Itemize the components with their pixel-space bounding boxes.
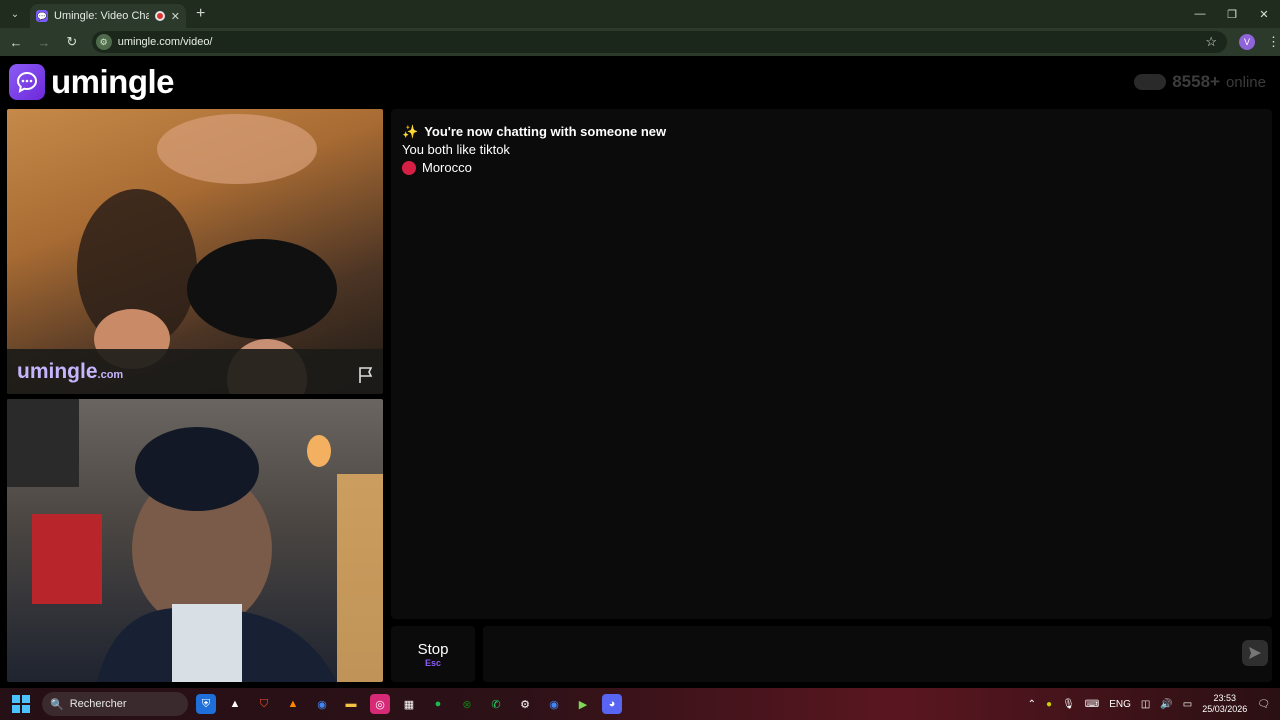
- taskbar-search-label: Rechercher: [69, 698, 127, 710]
- microphone-icon[interactable]: 🎙: [1062, 699, 1075, 710]
- close-window-icon[interactable]: ✕: [1248, 0, 1280, 28]
- volume-icon[interactable]: 🔊: [1160, 699, 1172, 710]
- chrome-profile-icon[interactable]: ◉: [544, 694, 564, 714]
- taskbar-search[interactable]: 🔍 Rechercher: [42, 692, 188, 716]
- chat-message-interest: You both like tiktok: [402, 141, 1261, 159]
- logo-text: umingle: [51, 63, 175, 100]
- tray-overflow-icon[interactable]: ⌃: [1028, 699, 1036, 710]
- chat-message-system: ✨ You're now chatting with someone new: [402, 123, 1261, 141]
- notifications-icon[interactable]: 🗨: [1257, 699, 1270, 710]
- brave-browser-icon[interactable]: ⛉: [254, 694, 274, 714]
- instagram-icon[interactable]: ◎: [370, 694, 390, 714]
- clock-time: 23:53: [1213, 693, 1237, 703]
- media-player-icon[interactable]: ▶: [573, 694, 593, 714]
- shield-app-icon[interactable]: ⛨: [196, 694, 216, 714]
- language-indicator[interactable]: ENG: [1109, 699, 1131, 710]
- window-controls: — ❐ ✕: [1184, 0, 1280, 28]
- battery-icon[interactable]: ▭: [1183, 699, 1192, 710]
- browser-address-bar: ← → ↻ ⚙ umingle.com/video/ ☆ V ⋮: [0, 28, 1280, 56]
- spotify-icon[interactable]: ●: [428, 694, 448, 714]
- stop-button[interactable]: Stop Esc: [391, 626, 475, 682]
- recording-indicator-icon: [154, 11, 165, 21]
- umingle-favicon-icon: 💬: [36, 10, 48, 22]
- xbox-icon[interactable]: ⊗: [457, 694, 477, 714]
- new-tab-plus-icon[interactable]: +: [196, 5, 205, 23]
- online-indicator: 8558+ online: [1134, 72, 1266, 92]
- profile-avatar[interactable]: V: [1239, 34, 1256, 50]
- chat-message-text: You're now chatting with someone new: [424, 124, 667, 139]
- online-count: 8558+: [1172, 72, 1220, 91]
- tray-app-icon[interactable]: ●: [1046, 699, 1052, 710]
- umingle-watermark: umingle.com: [17, 360, 123, 384]
- online-label: online: [1225, 73, 1266, 91]
- report-flag-icon[interactable]: [357, 366, 375, 384]
- file-explorer-icon[interactable]: ▬: [341, 694, 361, 714]
- send-arrow-icon: [1249, 647, 1261, 659]
- chat-message-text: You both like tiktok: [402, 142, 510, 157]
- url-text: umingle.com/video/: [117, 36, 213, 48]
- keyboard-icon[interactable]: ⌨: [1085, 699, 1099, 710]
- whatsapp-icon[interactable]: ✆: [486, 694, 506, 714]
- restore-icon[interactable]: ❐: [1216, 0, 1248, 28]
- remote-video-frame: [7, 114, 383, 394]
- chat-message-text: Morocco: [422, 160, 472, 175]
- browser-tab-bar: ⌄ 💬 Umingle: Video Chat with S ✕ + — ❐ ✕: [0, 0, 1280, 28]
- umingle-logo[interactable]: umingle: [9, 63, 175, 101]
- forward-arrow-icon[interactable]: →: [32, 30, 56, 54]
- chat-bubble-logo-icon: [9, 64, 45, 100]
- chrome-icon[interactable]: ◉: [312, 694, 332, 714]
- tab-title: Umingle: Video Chat with S: [54, 10, 149, 22]
- vlc-icon[interactable]: ▲: [283, 694, 303, 714]
- system-tray: ⌃ ● 🎙 ⌨ ENG ◫ 🔊 ▭ 23:53 25/03/2026 🗨: [1028, 693, 1270, 715]
- search-icon: 🔍: [50, 698, 64, 711]
- watermark-text: umingle: [17, 360, 98, 383]
- bookmark-star-icon[interactable]: ☆: [1205, 34, 1217, 50]
- send-button[interactable]: [1242, 640, 1268, 666]
- chat-message-country: Morocco: [402, 159, 1261, 177]
- minimize-icon[interactable]: —: [1184, 0, 1216, 28]
- remote-video: umingle.com: [7, 109, 383, 394]
- url-field[interactable]: ⚙ umingle.com/video/ ☆: [91, 31, 1228, 53]
- chat-log: ✨ You're now chatting with someone new Y…: [391, 109, 1272, 619]
- watermark-suffix: .com: [97, 369, 124, 381]
- local-video: [7, 399, 383, 682]
- site-info-icon[interactable]: ⚙: [95, 34, 112, 50]
- sparkles-icon: ✨: [402, 124, 419, 139]
- chat-message-input[interactable]: [483, 626, 1272, 682]
- umingle-page: umingle 8558+ online umingle.com ✨ You'r…: [0, 56, 1280, 688]
- back-arrow-icon[interactable]: ←: [4, 30, 28, 54]
- browser-menu-icon[interactable]: ⋮: [1267, 34, 1280, 50]
- windows-taskbar: 🔍 Rechercher ⛨ ▲ ⛉ ▲ ◉ ▬ ◎ ▦ ● ⊗ ✆ ⚙ ◉ ▶…: [0, 688, 1280, 720]
- local-video-frame: [7, 399, 383, 682]
- stop-label: Stop: [417, 640, 449, 658]
- clock-date: 25/03/2026: [1202, 704, 1248, 714]
- store-icon[interactable]: ▦: [399, 694, 419, 714]
- chat-controls: Stop Esc: [391, 626, 1272, 684]
- photos-app-icon[interactable]: ▲: [225, 694, 245, 714]
- morocco-flag-icon: [402, 161, 416, 175]
- browser-tab-active[interactable]: 💬 Umingle: Video Chat with S ✕: [30, 4, 186, 28]
- tab-search-chevron-icon[interactable]: ⌄: [4, 3, 26, 25]
- taskbar-apps: ⛨ ▲ ⛉ ▲ ◉ ▬ ◎ ▦ ● ⊗ ✆ ⚙ ◉ ▶ ◕: [196, 694, 622, 714]
- clock[interactable]: 23:53 25/03/2026: [1202, 693, 1247, 715]
- discord-icon[interactable]: ◕: [602, 694, 622, 714]
- network-icon[interactable]: ◫: [1141, 699, 1150, 710]
- windows-start-icon[interactable]: [12, 695, 30, 713]
- tab-close-icon[interactable]: ✕: [171, 10, 180, 23]
- reload-icon[interactable]: ↻: [60, 30, 84, 54]
- settings-app-icon[interactable]: ⚙: [515, 694, 535, 714]
- theme-toggle[interactable]: [1134, 74, 1167, 90]
- esc-shortcut-hint: Esc: [424, 657, 441, 668]
